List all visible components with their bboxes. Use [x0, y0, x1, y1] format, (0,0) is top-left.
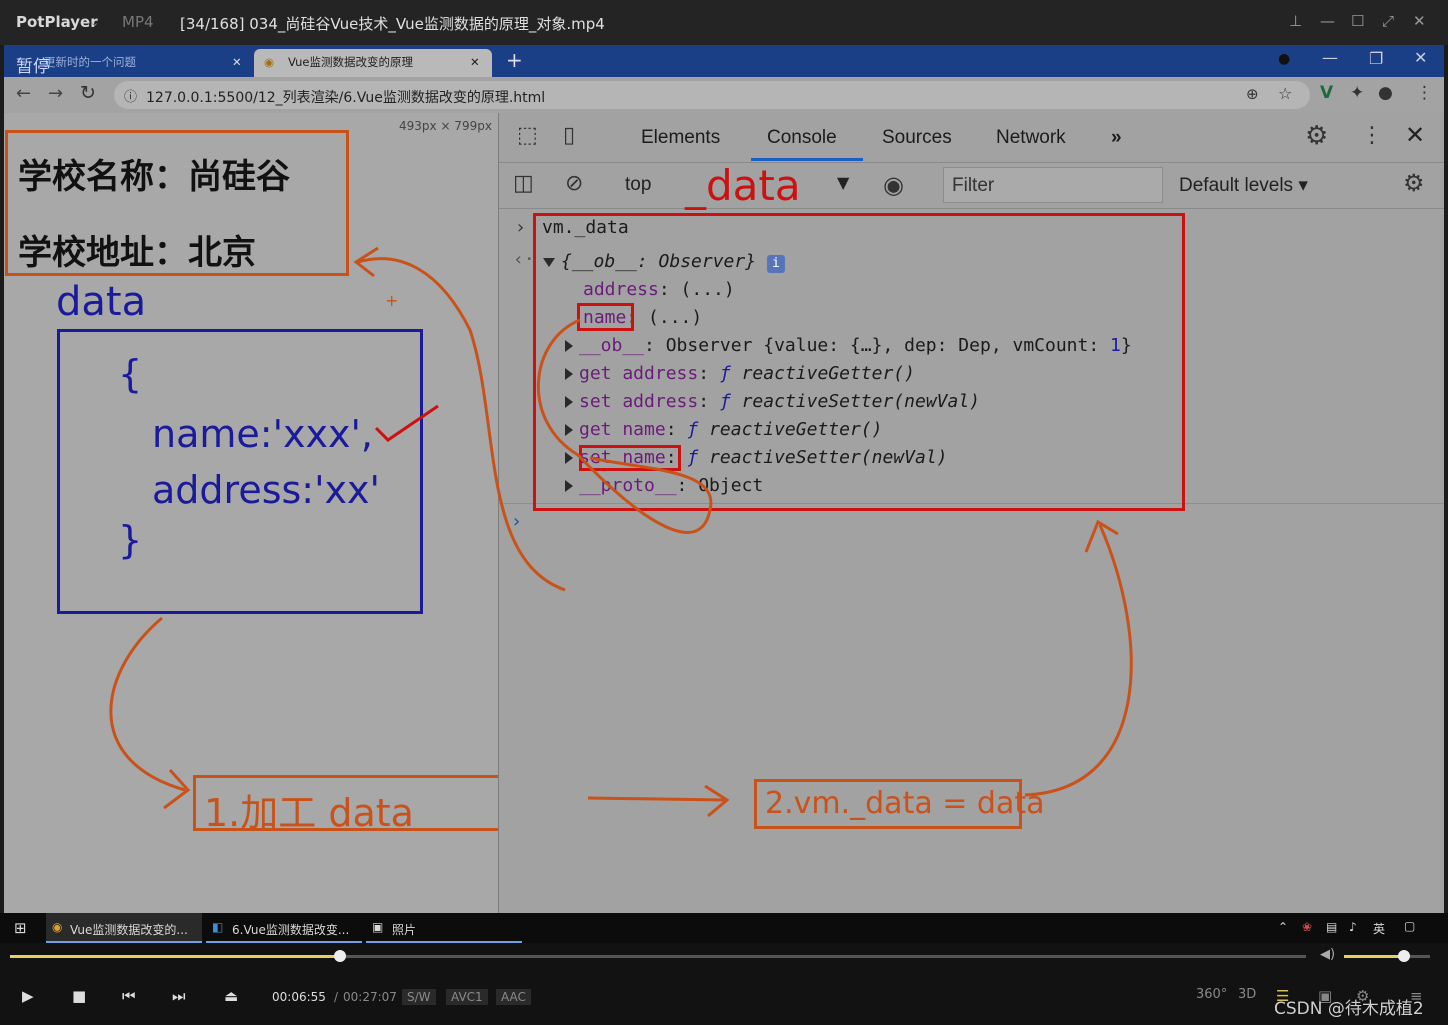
volume-level — [1344, 955, 1405, 958]
next-icon[interactable]: ⏭ — [172, 987, 186, 1005]
volume-handle[interactable] — [1398, 950, 1411, 962]
current-time: 00:06:55 — [272, 990, 326, 1004]
arrow-setter-to-page — [357, 257, 566, 592]
taskbar-item-chrome[interactable]: ◉ Vue监测数据改变的... — [46, 913, 202, 943]
watermark: CSDN @待木成植2 — [1274, 999, 1424, 1019]
total-time: 00:27:07 — [343, 990, 397, 1004]
tray-expand-icon[interactable]: ⌃ — [1278, 920, 1288, 934]
tag-codec[interactable]: AVC1 — [446, 989, 488, 1005]
photos-icon: ▣ — [372, 920, 384, 934]
seek-bar[interactable] — [10, 950, 1306, 962]
volume-icon[interactable]: ♪ — [1349, 920, 1357, 934]
check-mark-icon — [374, 404, 439, 442]
speaker-icon[interactable]: ◀) — [1320, 947, 1335, 962]
taskbar-item-label: 照片 — [392, 923, 417, 937]
vr-360-button[interactable]: 360° — [1196, 987, 1227, 1002]
seek-progress — [10, 955, 341, 958]
annotation-arrows — [109, 246, 1133, 818]
taskbar-item-photos[interactable]: ▣ 照片 — [366, 913, 522, 943]
arrow-step1-to-step2 — [587, 796, 726, 802]
chrome-icon: ◉ — [52, 920, 63, 934]
taskbar-item-vscode[interactable]: ◧ 6.Vue监测数据改变... — [206, 913, 362, 943]
notification-icon[interactable]: ▢ — [1404, 919, 1415, 933]
player-controls: ◀) ▶ ■ ⏮ ⏭ ⏏ 00:06:55 / 00:27:07 S/W AVC… — [0, 943, 1448, 1025]
stop-icon[interactable]: ■ — [72, 987, 86, 1005]
taskbar-item-label: 6.Vue监测数据改变... — [232, 923, 350, 937]
windows-taskbar: ⊞ ◉ Vue监测数据改变的... ◧ 6.Vue监测数据改变... ▣ 照片 … — [0, 913, 1448, 943]
3d-button[interactable]: 3D — [1238, 987, 1256, 1002]
seek-handle[interactable] — [334, 950, 347, 962]
vscode-icon: ◧ — [212, 920, 224, 934]
ime-indicator[interactable]: 英 — [1373, 920, 1385, 937]
arrow-step2-to-console — [1024, 524, 1133, 797]
arrow-to-step1 — [109, 616, 186, 792]
tag-audio[interactable]: AAC — [496, 989, 531, 1005]
tray-app-icon[interactable]: ❀ — [1302, 920, 1312, 934]
previous-icon[interactable]: ⏮ — [122, 987, 136, 1005]
network-icon[interactable]: ▤ — [1326, 920, 1337, 934]
volume-bar[interactable] — [1344, 950, 1430, 962]
eject-icon[interactable]: ⏏ — [224, 987, 238, 1005]
play-icon[interactable]: ▶ — [22, 987, 34, 1005]
time-separator: / — [334, 990, 339, 1004]
arrow-name-to-setter — [536, 318, 713, 534]
tag-sw[interactable]: S/W — [402, 989, 436, 1005]
taskbar-item-label: Vue监测数据改变的... — [70, 923, 188, 937]
windows-start-icon[interactable]: ⊞ — [14, 919, 27, 937]
